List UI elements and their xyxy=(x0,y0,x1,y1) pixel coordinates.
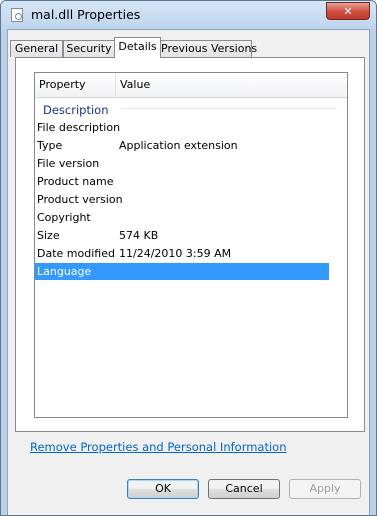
property-name: File description xyxy=(37,121,121,134)
property-name: Product version xyxy=(37,193,123,206)
list-item-selected[interactable]: Language xyxy=(35,263,329,280)
property-value: 574 KB xyxy=(119,229,159,242)
apply-button[interactable]: Apply xyxy=(289,479,361,499)
property-name: Date modified xyxy=(37,247,115,260)
list-item[interactable]: Copyright xyxy=(36,209,347,226)
close-button[interactable]: ✕ xyxy=(326,2,370,20)
property-value: 11/24/2010 3:59 AM xyxy=(119,247,232,260)
list-header: Property Value xyxy=(35,73,347,98)
property-name: Product name xyxy=(37,175,114,188)
tab-previous-versions[interactable]: Previous Versions xyxy=(160,40,257,57)
list-item[interactable]: File description xyxy=(36,119,347,136)
dll-file-icon xyxy=(11,8,23,22)
property-name: Copyright xyxy=(37,211,91,224)
close-icon: ✕ xyxy=(343,4,353,18)
group-label-description: Description xyxy=(43,103,109,117)
property-name: Language xyxy=(37,265,92,278)
property-value: Application extension xyxy=(119,139,238,152)
tab-details[interactable]: Details xyxy=(114,37,161,58)
list-item[interactable]: File version xyxy=(36,155,347,172)
list-item[interactable]: Type Application extension xyxy=(36,137,347,154)
list-item[interactable]: Date modified 11/24/2010 3:59 AM xyxy=(36,245,347,262)
column-header-property[interactable]: Property xyxy=(35,73,116,97)
property-name: Type xyxy=(37,139,63,152)
window-title: mal.dll Properties xyxy=(31,7,141,22)
tab-security[interactable]: Security xyxy=(63,40,115,57)
property-name: File version xyxy=(37,157,100,170)
tab-general[interactable]: General xyxy=(10,40,63,57)
list-item[interactable]: Product name xyxy=(36,173,347,190)
details-panel: Property Value Description File descript… xyxy=(15,57,365,432)
group-divider xyxy=(121,108,337,109)
remove-properties-link[interactable]: Remove Properties and Personal Informati… xyxy=(30,440,287,454)
column-header-value[interactable]: Value xyxy=(116,73,347,97)
list-item[interactable]: Size 574 KB xyxy=(36,227,347,244)
cancel-button[interactable]: Cancel xyxy=(208,479,280,499)
details-list[interactable]: Property Value Description File descript… xyxy=(34,72,348,418)
title-bar[interactable]: mal.dll Properties ✕ xyxy=(1,1,376,29)
property-name: Size xyxy=(37,229,60,242)
list-item[interactable]: Product version xyxy=(36,191,347,208)
ok-button[interactable]: OK xyxy=(127,479,199,499)
